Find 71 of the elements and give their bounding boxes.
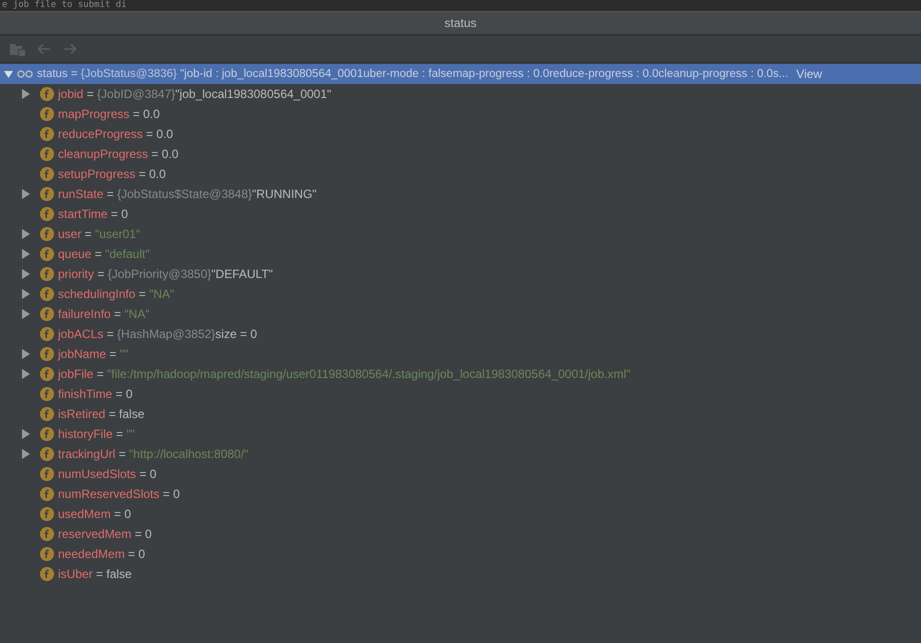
field-icon	[40, 187, 54, 201]
field-entry: isUber = false	[58, 567, 132, 581]
field-entry: mapProgress = 0.0	[58, 107, 160, 121]
field-entry: setupProgress = 0.0	[58, 167, 166, 181]
collapsed-triangle-icon[interactable]	[22, 249, 30, 259]
field-entry: jobFile = "file:/tmp/hadoop/mapred/staging/user011983080564/.staging/job_local1983080564_0001/job.xml"	[58, 367, 630, 381]
field-icon	[40, 507, 54, 521]
field-icon	[40, 347, 54, 361]
field-icon	[40, 327, 54, 341]
collapsed-triangle-icon[interactable]	[22, 269, 30, 279]
collapsed-triangle-icon[interactable]	[22, 229, 30, 239]
field-entry: historyFile = ""	[58, 427, 135, 441]
field-entry: jobid = {JobID@3847}"job_local1983080564_0001"	[58, 87, 332, 101]
field-icon	[40, 87, 54, 101]
collapsed-triangle-icon[interactable]	[22, 89, 30, 99]
field-icon	[40, 227, 54, 241]
folder-icon	[10, 42, 25, 56]
field-entry: neededMem = 0	[58, 547, 146, 561]
field-entry: jobName = ""	[58, 347, 128, 361]
field-entry: jobACLs = {HashMap@3852}size = 0	[58, 327, 257, 341]
collapsed-triangle-icon[interactable]	[22, 449, 30, 459]
field-entry: isRetired = false	[58, 407, 144, 421]
field-icon	[40, 127, 54, 141]
collapsed-triangle-icon[interactable]	[22, 189, 30, 199]
field-icon	[40, 447, 54, 461]
field-entry: numReservedSlots = 0	[58, 487, 180, 501]
field-entry: trackingUrl = "http://localhost:8080/"	[58, 447, 248, 461]
panel-title: status	[444, 16, 476, 30]
field-entry: reduceProgress = 0.0	[58, 127, 174, 141]
collapsed-triangle-icon[interactable]	[22, 289, 30, 299]
field-icon	[40, 247, 54, 261]
collapsed-triangle-icon[interactable]	[22, 369, 30, 379]
field-entry: user = "user01"	[58, 227, 140, 241]
variable-entry: status = {JobStatus@3836} "job-id : job_local1983080564_0001uber-mode : falsemap-progress : 0.0reduce-progress : 0.0cleanup-progress : 0.0s...	[37, 68, 788, 80]
field-entry: queue = "default"	[58, 247, 150, 261]
field-entry: runState = {JobStatus$State@3848}"RUNNING"	[58, 187, 317, 201]
collapsed-triangle-icon[interactable]	[22, 429, 30, 439]
field-icon	[40, 267, 54, 281]
field-entry: finishTime = 0	[58, 387, 133, 401]
field-icon	[40, 307, 54, 321]
field-icon	[40, 147, 54, 161]
field-icon	[40, 167, 54, 181]
forward-arrow-icon	[63, 43, 77, 55]
field-icon	[40, 527, 54, 541]
field-icon	[40, 107, 54, 121]
field-entry: schedulingInfo = "NA"	[58, 287, 174, 301]
field-icon	[40, 407, 54, 421]
field-entry: startTime = 0	[58, 207, 128, 221]
field-entry: cleanupProgress = 0.0	[58, 147, 178, 161]
collapsed-triangle-icon[interactable]	[22, 349, 30, 359]
collapsed-triangle-icon[interactable]	[22, 309, 30, 319]
field-entry: usedMem = 0	[58, 507, 132, 521]
field-icon	[40, 367, 54, 381]
expanded-triangle-icon[interactable]	[4, 70, 13, 78]
glasses-icon	[17, 70, 33, 78]
field-entry: reservedMem = 0	[58, 527, 152, 541]
field-icon	[40, 427, 54, 441]
field-entry: failureInfo = "NA"	[58, 307, 150, 321]
field-icon	[40, 387, 54, 401]
field-icon	[40, 207, 54, 221]
back-arrow-icon	[37, 43, 51, 55]
field-icon	[40, 567, 54, 581]
field-icon	[40, 287, 54, 301]
field-icon	[40, 487, 54, 501]
code-fragment: e job file to submit di	[2, 0, 127, 10]
field-entry: priority = {JobPriority@3850}"DEFAULT"	[58, 267, 273, 281]
view-link[interactable]: View	[796, 67, 824, 81]
field-icon	[40, 467, 54, 481]
field-entry: numUsedSlots = 0	[58, 467, 156, 481]
tree-row[interactable]: status = {JobStatus@3836} "job-id : job_local1983080564_0001uber-mode : falsemap-progress : 0.0reduce-progress : 0.0cleanup-progress : 0.0s... View	[0, 64, 921, 84]
field-icon	[40, 547, 54, 561]
